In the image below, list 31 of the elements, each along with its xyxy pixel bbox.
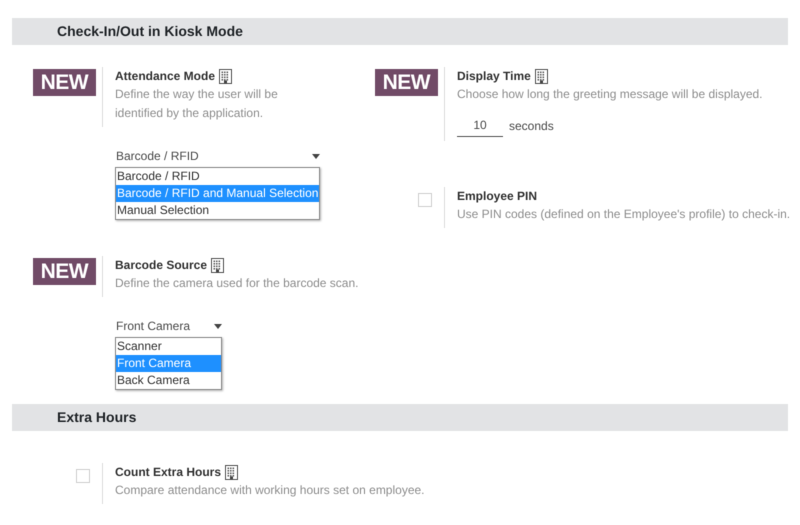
setting-description: Compare attendance with working hours set on employee.: [115, 482, 425, 499]
setting-title: Barcode Source: [115, 257, 208, 274]
dropdown-option[interactable]: Scanner: [116, 338, 222, 355]
new-badge: NEW: [374, 69, 438, 96]
setting-description: Choose how long the greeting message will be displayed.: [457, 86, 763, 103]
caret-icon: [312, 154, 320, 158]
building-icon: [225, 464, 238, 480]
building-icon: [219, 68, 232, 84]
building-icon: [534, 68, 548, 84]
building-icon: [211, 258, 224, 272]
unit-label: seconds: [509, 118, 554, 135]
select-field[interactable]: Barcode / RFID: [115, 147, 320, 167]
setting-title: Display Time: [457, 68, 531, 85]
setting-title: Count Extra Hours: [115, 464, 222, 481]
setting-description: Use PIN codes (defined on the Employee's profile) to check-in.: [457, 206, 790, 223]
section-header: Check-In/Out in Kiosk Mode: [12, 18, 788, 45]
setting-title: Employee PIN: [457, 188, 538, 205]
dropdown-option[interactable]: Manual Selection: [116, 202, 320, 219]
new-badge: NEW: [32, 258, 96, 285]
setting-description: Define the way the user will be identified by the application.: [115, 86, 279, 122]
select-field[interactable]: Front Camera: [115, 317, 222, 337]
dropdown-option[interactable]: Barcode / RFID: [116, 168, 320, 185]
setting-description: Define the camera used for the barcode scan.: [115, 275, 358, 292]
number-field[interactable]: 10: [457, 116, 503, 137]
section-header: Extra Hours: [12, 404, 788, 431]
caret-icon: [214, 324, 222, 328]
new-badge: NEW: [32, 69, 96, 96]
checkbox[interactable]: [76, 469, 90, 483]
setting-title: Attendance Mode: [115, 68, 216, 85]
dropdown-option[interactable]: Back Camera: [116, 372, 222, 389]
checkbox[interactable]: [418, 193, 432, 207]
